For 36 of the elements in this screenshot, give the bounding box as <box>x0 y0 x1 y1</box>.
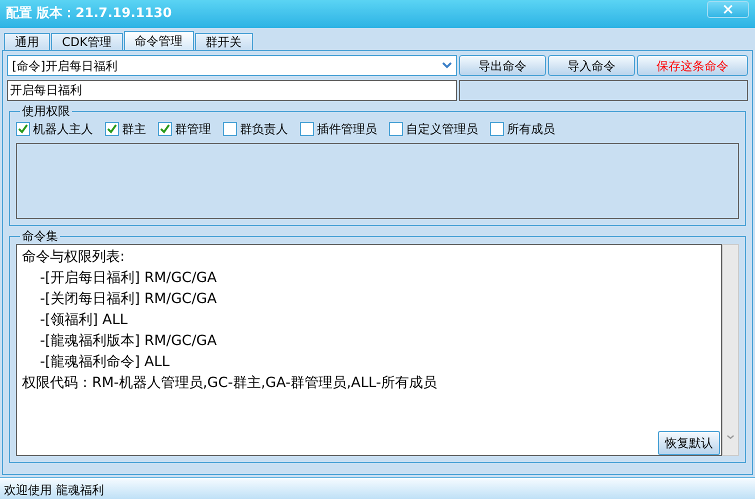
checkbox[interactable] <box>105 122 119 136</box>
checkbox-option[interactable]: 插件管理员 <box>300 120 377 138</box>
text-line: -[领福利] ALL <box>39 311 129 330</box>
group-title: 使用权限 <box>21 105 71 117</box>
text-line: -[开启每日福利] RM/GC/GA <box>39 269 218 288</box>
action-button[interactable]: 导入命令 <box>548 55 635 76</box>
window-title: 配置 版本：21.7.19.1130 <box>6 5 172 24</box>
checkbox-option[interactable]: 自定义管理员 <box>389 120 478 138</box>
checkbox[interactable] <box>300 122 314 136</box>
tab[interactable]: CDK管理 <box>51 33 122 50</box>
checkbox-option[interactable]: 群负责人 <box>223 120 288 138</box>
group-title: 命令集 <box>21 230 59 242</box>
checkbox[interactable] <box>490 122 504 136</box>
tab[interactable]: 群开关 <box>194 33 252 50</box>
action-button[interactable]: 导出命令 <box>459 55 546 76</box>
tab[interactable]: 命令管理 <box>124 31 194 50</box>
checkbox-option[interactable]: 所有成员 <box>490 120 555 138</box>
text-line: -[龍魂福利命令] ALL <box>39 353 171 372</box>
checkbox[interactable] <box>158 122 172 136</box>
status-text: 欢迎使用 龍魂福利 <box>4 483 104 497</box>
text-line: -[龍魂福利版本] RM/GC/GA <box>39 332 218 351</box>
checkbox-option[interactable]: 机器人主人 <box>16 120 93 138</box>
checkbox[interactable] <box>389 122 403 136</box>
scrollbar[interactable] <box>722 244 739 456</box>
checkbox[interactable] <box>223 122 237 136</box>
tab[interactable]: 通用 <box>4 33 50 50</box>
text-line: 命令与权限列表: <box>22 248 126 267</box>
checkbox[interactable] <box>16 122 30 136</box>
reset-button[interactable]: 恢复默认 <box>658 431 720 455</box>
text-line: -[关闭每日福利] RM/GC/GA <box>39 290 218 309</box>
command-dropdown[interactable]: [命令]开启每日福利 <box>7 55 457 76</box>
checkbox-option[interactable]: 群管理 <box>158 120 211 138</box>
chevron-down-icon <box>442 62 452 69</box>
checkbox-option[interactable]: 群主 <box>105 120 146 138</box>
command-name-field[interactable]: 开启每日福利 <box>7 80 457 101</box>
text-line: 权限代码：RM-机器人管理员,GC-群主,GA-群管理员,ALL-所有成员 <box>22 374 438 393</box>
